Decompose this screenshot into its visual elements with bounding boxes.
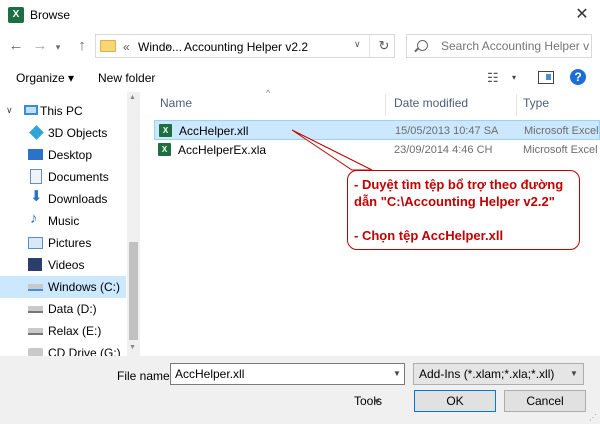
- sidebar-item-label: CD Drive (G:): [48, 346, 121, 356]
- close-icon[interactable]: ✕: [570, 4, 594, 26]
- chevron-right-icon[interactable]: ›: [166, 39, 170, 53]
- sidebar-item-label: Relax (E:): [48, 324, 102, 338]
- sidebar-item-windows-c[interactable]: Windows (C:): [0, 276, 126, 298]
- ok-button[interactable]: OK: [414, 390, 496, 412]
- excel-app-icon: X: [8, 7, 24, 23]
- refresh-icon[interactable]: ↻: [375, 37, 393, 55]
- excel-file-icon: X: [158, 143, 171, 156]
- organize-button[interactable]: Organize ▾: [16, 71, 74, 85]
- sidebar-item-pictures[interactable]: Pictures: [0, 232, 126, 254]
- scroll-down-icon[interactable]: ▼: [129, 344, 136, 351]
- file-date: 15/05/2013 10:47 SA: [395, 125, 499, 137]
- sidebar-item-label: Downloads: [48, 192, 108, 206]
- drive-icon: [28, 328, 43, 335]
- sidebar-item-cd-drive-g[interactable]: CD Drive (G:): [0, 342, 126, 356]
- sidebar-item-label: Data (D:): [48, 302, 97, 316]
- address-bar[interactable]: « Windo... › Accounting Helper v2.2 ∨ ↻: [95, 34, 395, 58]
- view-options-icon[interactable]: ☷: [487, 70, 499, 86]
- sidebar-item-relax-e[interactable]: Relax (E:): [0, 320, 126, 342]
- sidebar-item-videos[interactable]: Videos: [0, 254, 126, 276]
- sidebar-item-music[interactable]: ♪ Music: [0, 210, 126, 232]
- help-icon[interactable]: ?: [570, 69, 586, 85]
- chevron-down-icon[interactable]: ∨: [6, 105, 13, 116]
- sidebar-item-documents[interactable]: Documents: [0, 166, 126, 188]
- sidebar-item-this-pc[interactable]: ∨ This PC: [0, 100, 126, 122]
- sidebar-item-desktop[interactable]: Desktop: [0, 144, 126, 166]
- file-row-acchelperex-xla[interactable]: X AccHelperEx.xla 23/09/2014 4:46 CH Mic…: [154, 140, 600, 160]
- chevron-down-icon[interactable]: ∨: [354, 39, 361, 50]
- file-type: Microsoft Excel: [524, 125, 599, 137]
- document-icon: [30, 169, 42, 184]
- sidebar-item-label: Music: [48, 214, 80, 228]
- search-icon: [417, 40, 428, 51]
- folder-icon: [100, 40, 116, 52]
- file-row-acchelper-xll[interactable]: X AccHelper.xll 15/05/2013 10:47 SA Micr…: [154, 120, 600, 140]
- column-header-date-modified[interactable]: Date modified: [394, 96, 468, 110]
- navigation-pane: ∨ This PC 3D Objects Desktop Documents ⬇…: [0, 92, 140, 356]
- annotation-line: - Duyệt tìm tệp bổ trợ theo đường: [354, 177, 564, 192]
- scrollbar-thumb[interactable]: [129, 242, 138, 340]
- sidebar-item-label: 3D Objects: [48, 126, 108, 140]
- file-name-field[interactable]: [170, 363, 405, 385]
- chevron-down-icon[interactable]: ▼: [393, 369, 401, 378]
- file-type-filter-select[interactable]: Add-Ins (*.xlam;*.xla;*.xll) ▼: [413, 363, 584, 385]
- sidebar-item-downloads[interactable]: ⬇ Downloads: [0, 188, 126, 210]
- breadcrumb-root[interactable]: « Windo...: [123, 40, 182, 54]
- excel-file-icon: X: [159, 124, 172, 137]
- column-divider[interactable]: [385, 94, 386, 116]
- search-box[interactable]: [406, 34, 592, 58]
- column-header-name[interactable]: Name: [160, 96, 192, 110]
- cube-icon: [29, 125, 44, 140]
- sidebar-item-label: Desktop: [48, 148, 93, 162]
- file-type: Microsoft Excel: [523, 144, 598, 156]
- search-input[interactable]: [441, 39, 589, 53]
- breadcrumb-overflow-icon[interactable]: «: [123, 40, 130, 54]
- column-divider[interactable]: [516, 94, 517, 116]
- sidebar-item-3d-objects[interactable]: 3D Objects: [0, 122, 126, 144]
- chevron-down-icon[interactable]: ▼: [373, 397, 381, 406]
- sidebar-item-label: Windows (C:): [48, 280, 121, 294]
- annotation-line: dẫn "C:\Accounting Helper v2.2": [354, 194, 555, 209]
- new-folder-button[interactable]: New folder: [98, 71, 155, 85]
- sidebar-item-label: Videos: [48, 258, 85, 272]
- sort-ascending-icon: ^: [266, 88, 271, 98]
- back-arrow-icon[interactable]: ←: [8, 36, 24, 56]
- file-type-filter-value: Add-Ins (*.xlam;*.xla;*.xll): [419, 367, 555, 381]
- column-header-type[interactable]: Type: [523, 96, 549, 110]
- sidebar-item-label: Pictures: [48, 236, 92, 250]
- sidebar-item-data-d[interactable]: Data (D:): [0, 298, 126, 320]
- desktop-icon: [28, 149, 43, 160]
- up-arrow-icon[interactable]: ↑: [74, 36, 90, 56]
- pc-icon: [24, 105, 38, 115]
- cancel-button[interactable]: Cancel: [504, 390, 586, 412]
- file-name: AccHelperEx.xla: [178, 143, 267, 157]
- music-icon: ♪: [30, 210, 38, 227]
- annotation-line: - Chọn tệp AccHelper.xll: [354, 228, 504, 243]
- file-name-label: File name:: [117, 369, 174, 383]
- sidebar-item-label: This PC: [40, 104, 83, 118]
- drive-icon: [28, 284, 43, 291]
- video-icon: [28, 258, 42, 271]
- scroll-up-icon[interactable]: ▲: [129, 94, 136, 101]
- picture-icon: [28, 237, 43, 249]
- drive-icon: [28, 306, 43, 313]
- sidebar-scrollbar[interactable]: ▲ ▼: [127, 92, 140, 356]
- forward-arrow-icon[interactable]: →: [32, 36, 48, 56]
- divider: [369, 35, 370, 57]
- file-name: AccHelper.xll: [179, 124, 249, 138]
- title-bar: [0, 0, 600, 30]
- resize-grip-icon[interactable]: ⋰: [589, 413, 597, 422]
- cd-icon: [28, 348, 43, 356]
- recent-locations-chevron-icon[interactable]: ▾: [52, 37, 64, 57]
- preview-pane-icon[interactable]: [538, 71, 554, 84]
- annotation-callout: - Duyệt tìm tệp bổ trợ theo đường dẫn "C…: [347, 170, 580, 250]
- chevron-down-icon[interactable]: ▼: [570, 369, 578, 378]
- view-dropdown-icon[interactable]: ▾: [512, 73, 516, 82]
- breadcrumb-item-accounting-helper[interactable]: Accounting Helper v2.2: [184, 40, 308, 54]
- download-icon: ⬇: [30, 188, 43, 205]
- breadcrumb-item-windows[interactable]: Windo...: [138, 40, 182, 54]
- sidebar-item-label: Documents: [48, 170, 109, 184]
- window-title: Browse: [30, 8, 71, 22]
- file-date: 23/09/2014 4:46 CH: [394, 144, 493, 156]
